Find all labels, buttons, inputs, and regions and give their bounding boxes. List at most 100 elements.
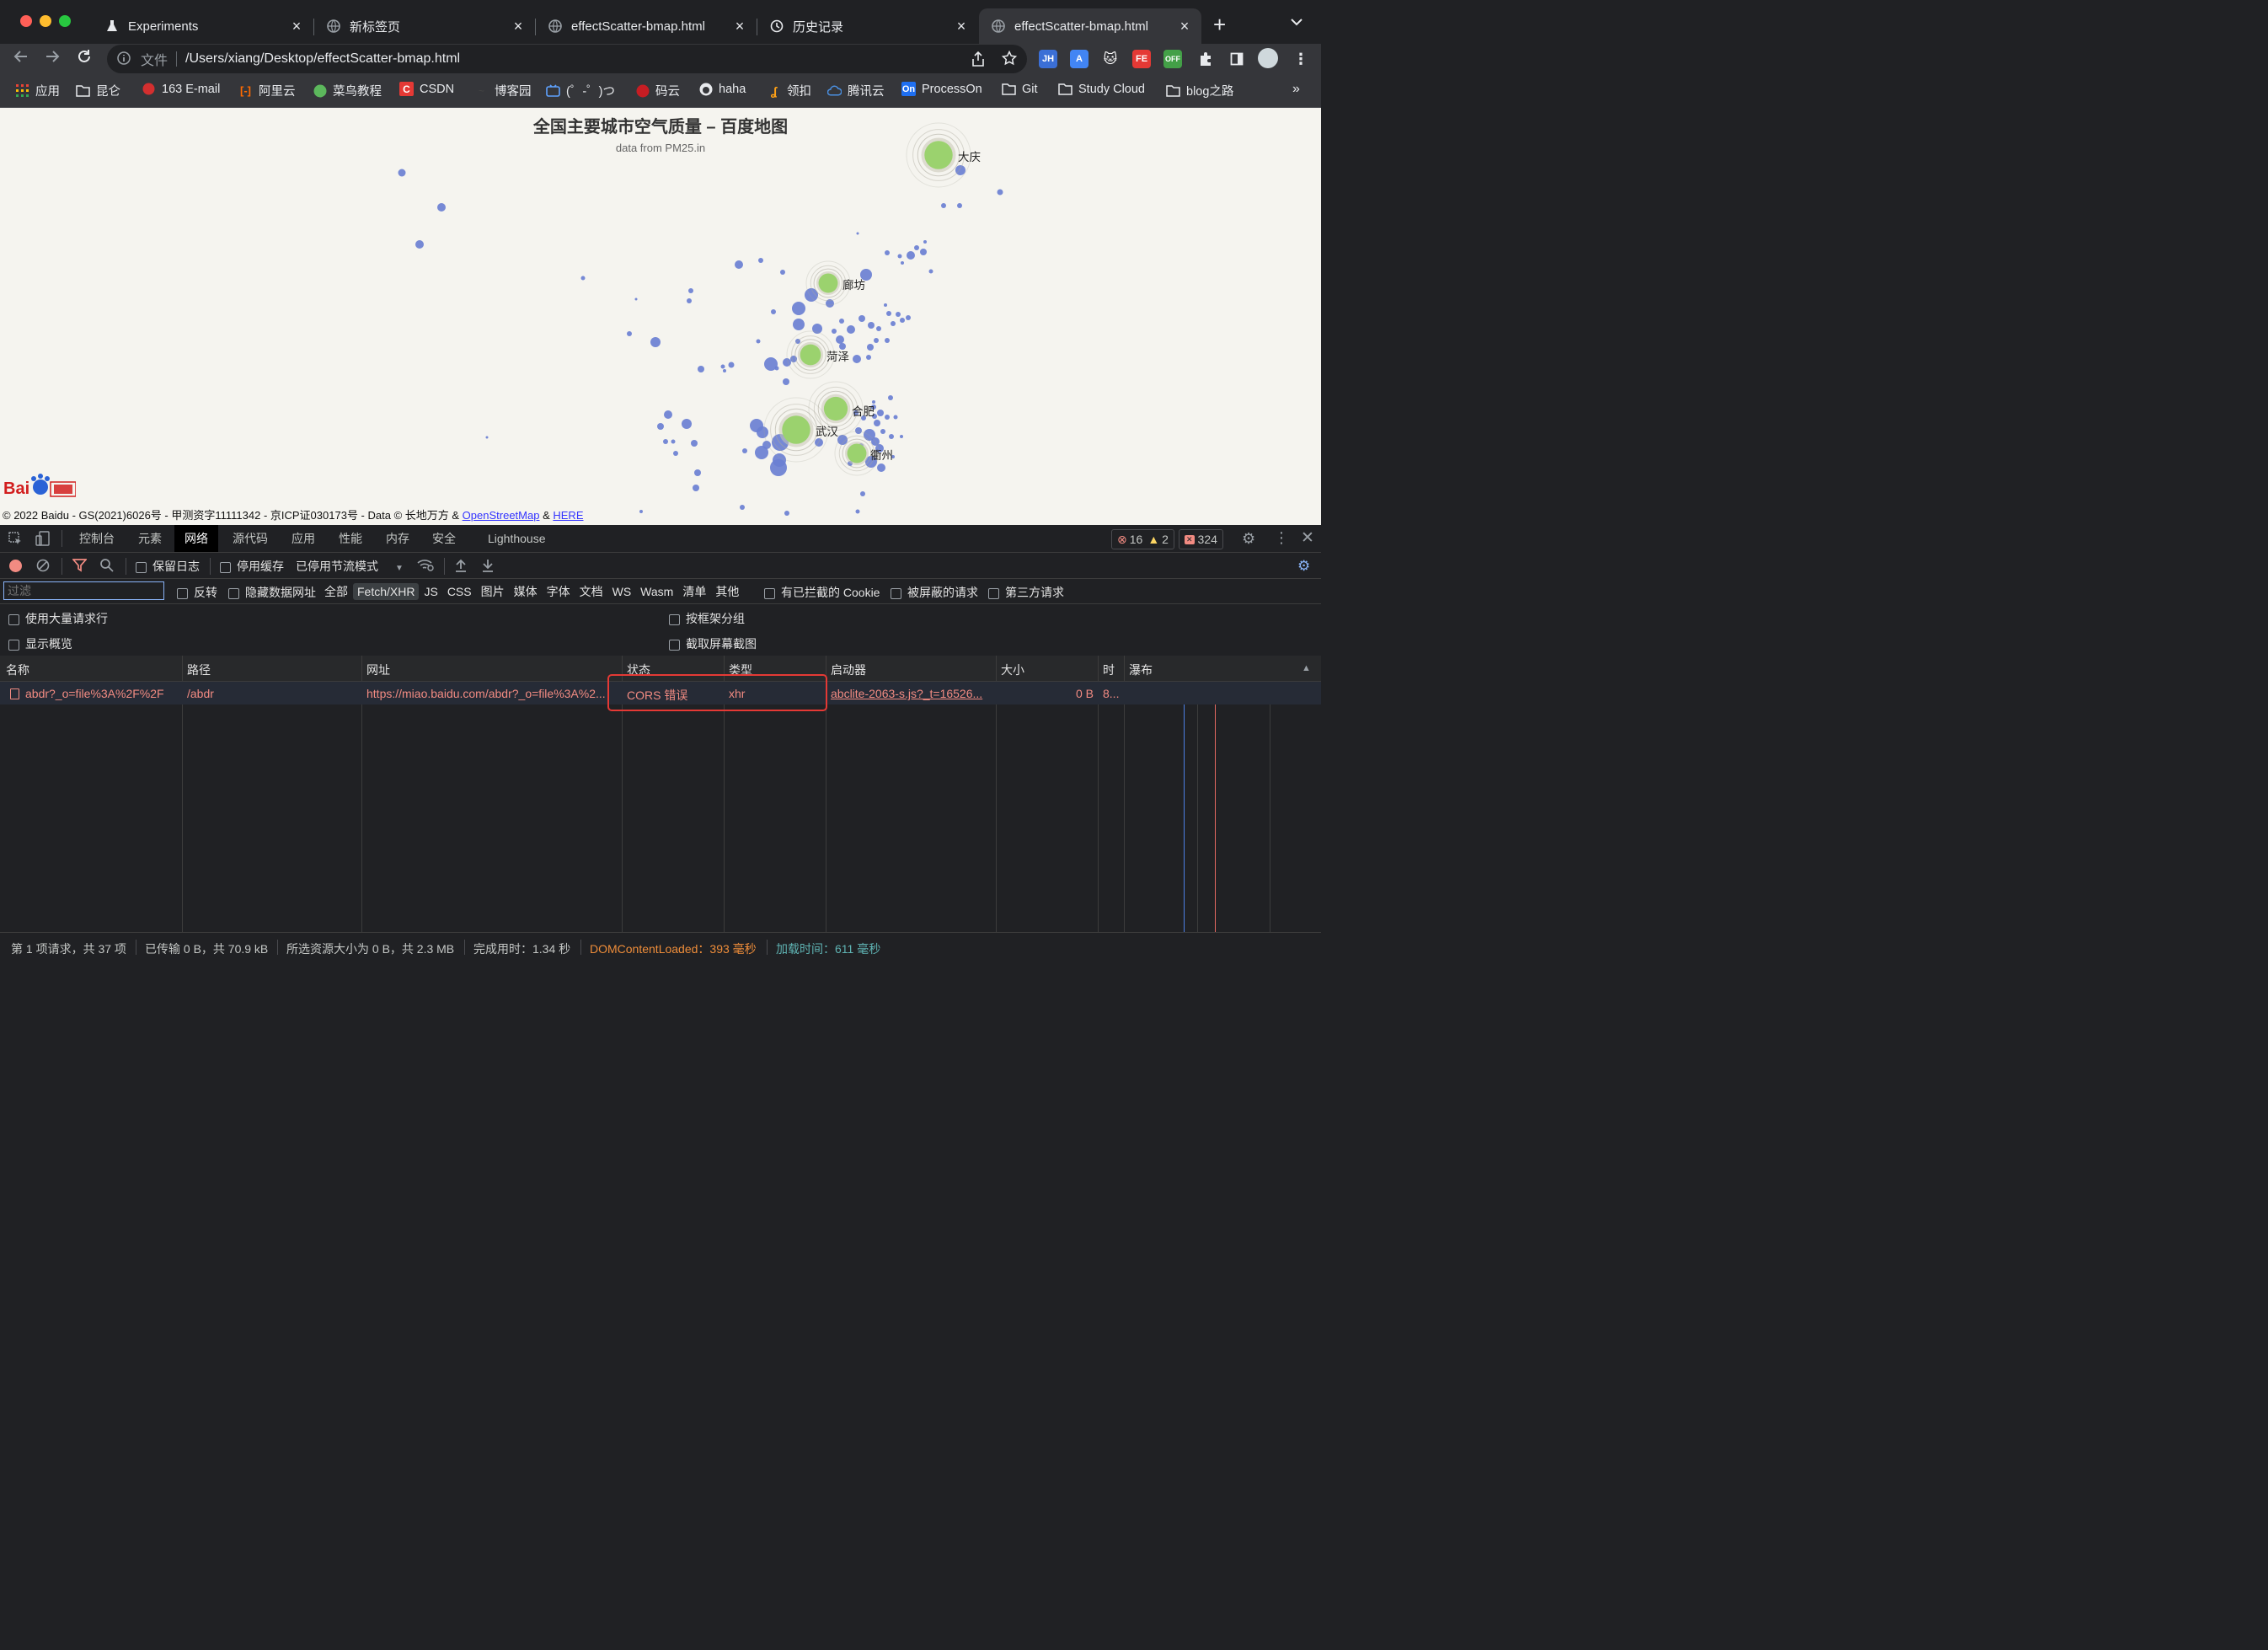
scatter-point[interactable] bbox=[877, 463, 885, 472]
scatter-point[interactable] bbox=[859, 315, 865, 322]
scatter-point[interactable] bbox=[634, 297, 638, 301]
devtools-tab[interactable]: 网络 bbox=[174, 525, 218, 552]
scatter-point[interactable] bbox=[691, 440, 698, 447]
checkbox-box[interactable] bbox=[228, 587, 239, 599]
effect-scatter-city[interactable] bbox=[818, 273, 838, 293]
devtools-tab[interactable]: 内存 bbox=[376, 525, 420, 552]
request-initiator-link[interactable]: abclite-2063-s.js?_t=16526... bbox=[831, 687, 991, 700]
scatter-point[interactable] bbox=[839, 319, 844, 324]
filter-input[interactable] bbox=[3, 581, 164, 600]
device-toolbar-icon[interactable] bbox=[35, 531, 50, 550]
scatter-point[interactable] bbox=[889, 434, 894, 439]
scatter-point[interactable] bbox=[757, 426, 768, 438]
scatter-point[interactable] bbox=[928, 269, 933, 274]
scatter-point[interactable] bbox=[874, 420, 880, 426]
address-bar[interactable]: 文件 /Users/xiang/Desktop/effectScatter-bm… bbox=[107, 45, 1027, 73]
resource-type-filter[interactable]: 图片 bbox=[477, 581, 509, 602]
blocked-requests-checkbox[interactable]: 被屏蔽的请求 bbox=[891, 584, 978, 601]
bookmark-cnblogs[interactable]: ~ 博客园 bbox=[474, 82, 532, 99]
scatter-point[interactable] bbox=[897, 254, 902, 259]
column-header-time[interactable]: 时 bbox=[1103, 662, 1115, 678]
scatter-point[interactable] bbox=[755, 446, 768, 459]
issues-badge[interactable]: ✕ 324 bbox=[1179, 529, 1223, 549]
scatter-point[interactable] bbox=[627, 331, 632, 336]
filter-funnel-icon[interactable] bbox=[72, 559, 88, 576]
scatter-point[interactable] bbox=[914, 245, 919, 250]
profile-avatar[interactable] bbox=[1258, 48, 1278, 68]
scatter-point[interactable] bbox=[639, 510, 643, 513]
url-text[interactable]: /Users/xiang/Desktop/effectScatter-bmap.… bbox=[185, 51, 460, 67]
tab-history[interactable]: 历史记录 × bbox=[757, 8, 978, 44]
blocked-cookies-checkbox[interactable]: 有已拦截的 Cookie bbox=[764, 584, 880, 601]
scatter-point[interactable] bbox=[663, 439, 668, 444]
scatter-point[interactable] bbox=[773, 453, 786, 467]
effect-scatter-city[interactable] bbox=[782, 415, 810, 444]
bookmark-folder-git[interactable]: Git bbox=[1002, 82, 1038, 96]
effect-scatter-city[interactable] bbox=[823, 396, 848, 421]
column-header-name[interactable]: 名称 bbox=[6, 662, 29, 678]
network-conditions-wifi-icon[interactable] bbox=[417, 558, 434, 576]
resource-type-filter[interactable]: 清单 bbox=[678, 581, 710, 602]
scatter-point[interactable] bbox=[728, 362, 735, 368]
openstreetmap-link[interactable]: OpenStreetMap bbox=[463, 509, 540, 522]
inspect-element-icon[interactable] bbox=[8, 532, 23, 550]
tab-close-button[interactable]: × bbox=[510, 18, 527, 35]
tab-search-chevron-icon[interactable] bbox=[1291, 15, 1302, 29]
preserve-log-checkbox[interactable]: 保留日志 bbox=[136, 558, 200, 575]
share-icon[interactable] bbox=[971, 51, 985, 71]
bookmark-gitee[interactable]: 码云 bbox=[635, 82, 680, 99]
search-icon[interactable] bbox=[99, 558, 114, 576]
checkbox-box[interactable] bbox=[177, 587, 188, 599]
scatter-point[interactable] bbox=[650, 337, 661, 347]
puzzle-extensions-icon[interactable] bbox=[1196, 50, 1215, 68]
scatter-point[interactable] bbox=[888, 395, 893, 400]
scatter-point[interactable] bbox=[941, 203, 946, 208]
devtools-tab[interactable]: 安全 bbox=[422, 525, 466, 552]
scatter-point[interactable] bbox=[671, 439, 676, 444]
kebab-menu-icon[interactable]: ⋮ bbox=[1292, 50, 1310, 68]
checkbox-box[interactable] bbox=[136, 561, 147, 573]
scatter-point[interactable] bbox=[896, 312, 901, 317]
scatter-point[interactable] bbox=[885, 338, 890, 343]
close-window-button[interactable] bbox=[20, 15, 32, 27]
scatter-point[interactable] bbox=[780, 270, 785, 275]
scatter-point[interactable] bbox=[673, 451, 678, 456]
effect-scatter-city[interactable] bbox=[924, 141, 953, 169]
bookmark-tencent-cloud[interactable]: 腾讯云 bbox=[827, 82, 885, 99]
scatter-point[interactable] bbox=[901, 261, 904, 265]
scatter-point[interactable] bbox=[758, 258, 763, 263]
scatter-point[interactable] bbox=[664, 410, 672, 419]
scatter-point[interactable] bbox=[855, 427, 862, 434]
scatter-point[interactable] bbox=[415, 240, 424, 249]
bookmark-folder-kunlun[interactable]: 昆仑 bbox=[76, 82, 120, 99]
here-link[interactable]: HERE bbox=[553, 509, 583, 522]
column-header-path[interactable]: 路径 bbox=[187, 662, 211, 678]
scatter-point[interactable] bbox=[657, 423, 664, 430]
checkbox-box[interactable] bbox=[669, 613, 680, 625]
console-counts-badge[interactable]: ⊗ 16 ▲ 2 bbox=[1111, 529, 1174, 549]
bookmark-163-email[interactable]: 163 E-mail bbox=[142, 82, 220, 96]
clear-icon[interactable] bbox=[36, 559, 50, 576]
scatter-point[interactable] bbox=[580, 276, 586, 281]
column-header-url[interactable]: 网址 bbox=[366, 662, 390, 678]
resource-type-filter[interactable]: 字体 bbox=[543, 581, 575, 602]
scatter-point[interactable] bbox=[906, 315, 911, 320]
scatter-point[interactable] bbox=[735, 260, 743, 269]
tab-effectscatter-active[interactable]: effectScatter-bmap.html × bbox=[979, 8, 1201, 44]
close-devtools-icon[interactable]: ✕ bbox=[1301, 528, 1314, 548]
scatter-point[interactable] bbox=[688, 288, 693, 293]
resource-type-filter[interactable]: Wasm bbox=[636, 583, 677, 600]
tab-new-tab[interactable]: 新标签页 × bbox=[314, 8, 535, 44]
bookmark-folder-study-cloud[interactable]: Study Cloud bbox=[1058, 82, 1145, 96]
tab-close-button[interactable]: × bbox=[953, 18, 970, 35]
bookmark-aliyun[interactable]: [-] 阿里云 bbox=[238, 82, 296, 99]
extension-off-icon[interactable]: OFF bbox=[1163, 50, 1182, 68]
effect-scatter-city[interactable] bbox=[847, 443, 867, 463]
export-har-download-icon[interactable] bbox=[482, 559, 494, 576]
large-rows-checkbox[interactable]: 使用大量请求行 bbox=[8, 610, 108, 627]
scatter-point[interactable] bbox=[880, 429, 885, 434]
scatter-point[interactable] bbox=[723, 369, 726, 372]
scatter-point[interactable] bbox=[885, 250, 890, 255]
checkbox-box[interactable] bbox=[220, 561, 231, 573]
scatter-point[interactable] bbox=[682, 419, 692, 429]
